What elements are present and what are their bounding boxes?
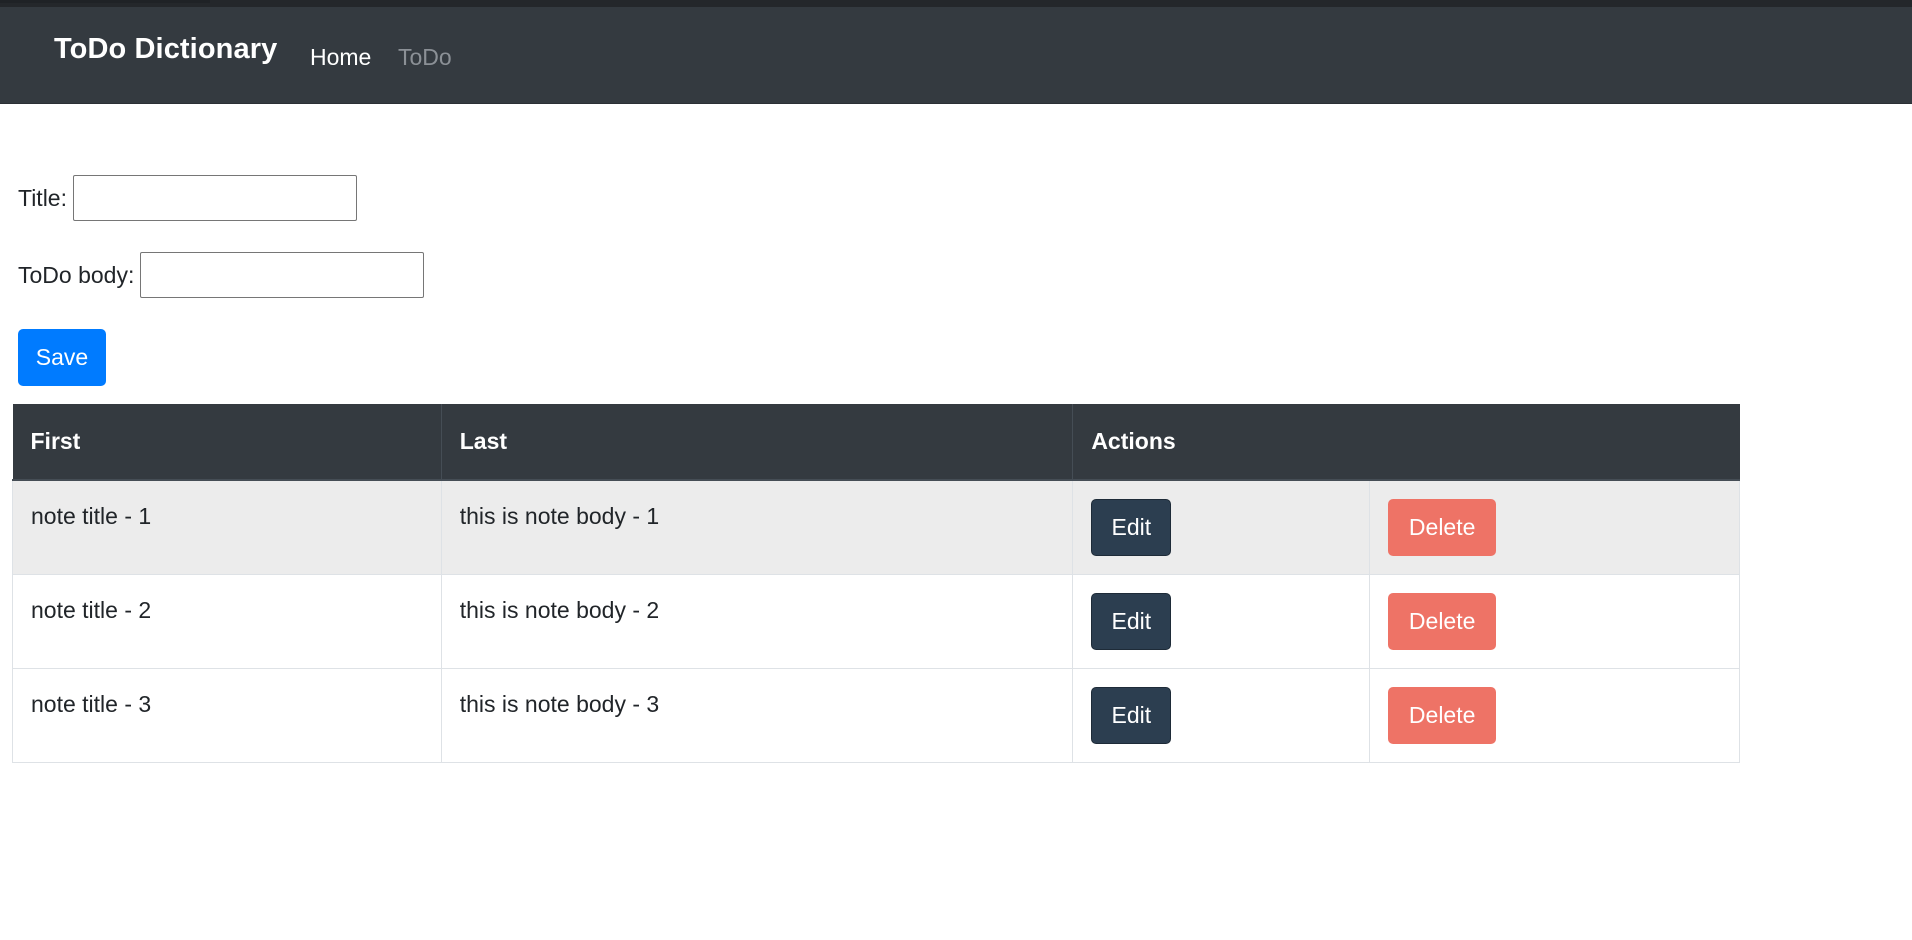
save-button[interactable]: Save [18, 329, 106, 386]
cell-delete: Delete [1369, 479, 1740, 575]
edit-button[interactable]: Edit [1091, 686, 1172, 744]
todo-table: First Last Actions note title - 1 this i… [12, 404, 1740, 763]
nav-link-todo[interactable]: ToDo [398, 44, 452, 71]
cell-edit: Edit [1072, 573, 1371, 669]
nav-link-home[interactable]: Home [310, 44, 371, 71]
delete-button[interactable]: Delete [1388, 499, 1497, 556]
edit-button[interactable]: Edit [1091, 592, 1172, 650]
brand-title[interactable]: ToDo Dictionary [54, 33, 277, 66]
table-row: note title - 2 this is note body - 2 Edi… [12, 573, 1740, 669]
cell-first: note title - 3 [12, 667, 442, 763]
cell-last: this is note body - 2 [440, 573, 1074, 669]
window-top-strip [0, 0, 1912, 7]
cell-first: note title - 2 [12, 573, 442, 669]
title-input[interactable] [73, 175, 357, 221]
header-actions: Actions [1072, 404, 1740, 481]
cell-delete: Delete [1369, 573, 1740, 669]
cell-last: this is note body - 3 [440, 667, 1074, 763]
navbar: ToDo Dictionary Home ToDo [0, 7, 1912, 104]
cell-first: note title - 1 [12, 479, 442, 575]
header-last: Last [441, 404, 1074, 481]
edit-button[interactable]: Edit [1091, 499, 1172, 556]
table-header-row: First Last Actions [12, 404, 1740, 481]
body-label: ToDo body: [18, 261, 135, 288]
title-label: Title: [18, 184, 67, 211]
cell-last: this is note body - 1 [440, 479, 1074, 575]
table-row: note title - 3 this is note body - 3 Edi… [12, 667, 1740, 763]
delete-button[interactable]: Delete [1388, 686, 1497, 744]
body-form-row: ToDo body: [18, 252, 425, 298]
cell-edit: Edit [1072, 479, 1371, 575]
cell-edit: Edit [1072, 667, 1371, 763]
table-row: note title - 1 this is note body - 1 Edi… [12, 479, 1740, 575]
body-input[interactable] [140, 252, 425, 298]
title-form-row: Title: [18, 175, 357, 221]
delete-button[interactable]: Delete [1388, 592, 1497, 650]
cell-delete: Delete [1369, 667, 1740, 763]
header-first: First [12, 404, 442, 481]
